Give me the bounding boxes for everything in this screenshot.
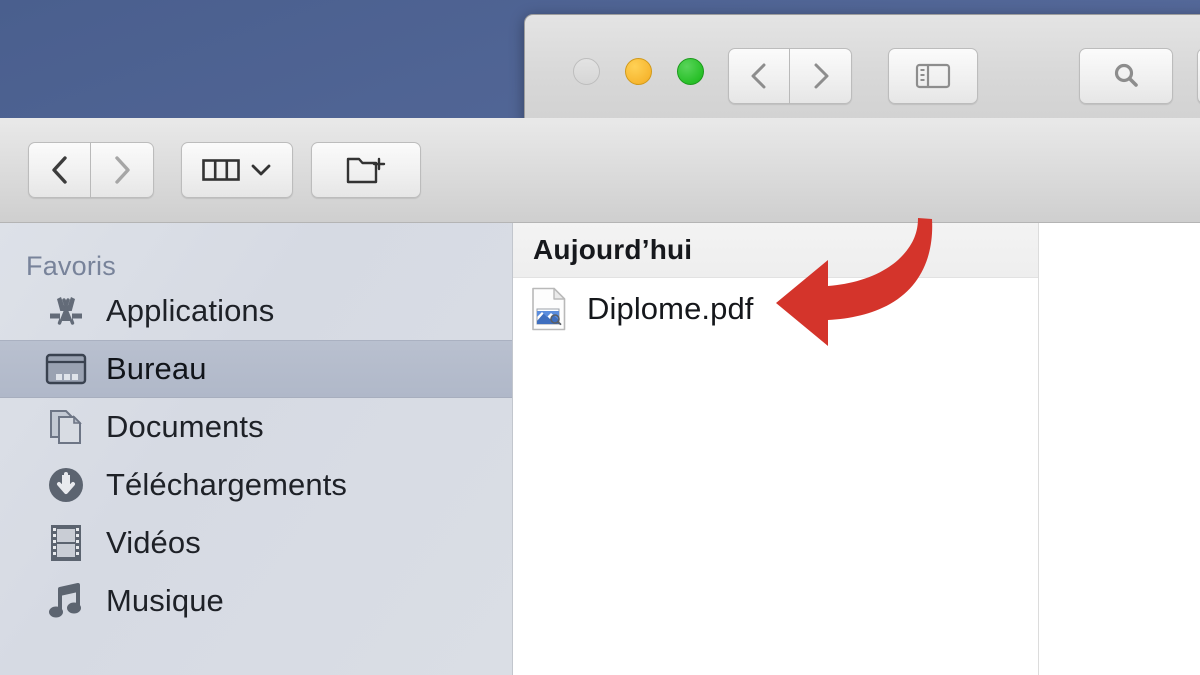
chevron-right-icon bbox=[814, 63, 828, 89]
sidebar-item-videos[interactable]: Vidéos bbox=[0, 514, 512, 572]
new-folder-icon bbox=[346, 157, 386, 184]
forward-button[interactable] bbox=[91, 142, 154, 198]
background-window-titlebar bbox=[525, 15, 1200, 121]
finder-window: Favoris Applications Bureau Documents Té… bbox=[0, 118, 1200, 675]
column-view-icon bbox=[202, 159, 240, 181]
file-group-header: Aujourd’hui bbox=[513, 223, 1038, 278]
sidebar-item-bureau[interactable]: Bureau bbox=[0, 340, 512, 398]
chevron-left-icon bbox=[751, 63, 766, 89]
downloads-icon bbox=[42, 465, 90, 505]
sidebar-item-telechargements[interactable]: Téléchargements bbox=[0, 456, 512, 514]
desktop-icon bbox=[42, 352, 90, 386]
sidebar-item-applications[interactable]: Applications bbox=[0, 282, 512, 340]
zoom-button[interactable] bbox=[677, 58, 704, 85]
background-sidebar-toggle-button[interactable] bbox=[888, 48, 978, 104]
sidebar-item-label: Téléchargements bbox=[106, 467, 348, 502]
background-traffic-lights bbox=[573, 58, 704, 85]
new-folder-button[interactable] bbox=[311, 142, 421, 198]
movies-icon bbox=[42, 523, 90, 563]
chevron-right-icon bbox=[115, 156, 130, 184]
file-group-header-label: Aujourd’hui bbox=[533, 234, 693, 265]
back-button[interactable] bbox=[28, 142, 91, 198]
background-search-button[interactable] bbox=[1079, 48, 1173, 104]
minimize-button[interactable] bbox=[625, 58, 652, 85]
sidebar-section-header: Favoris bbox=[26, 251, 116, 281]
finder-sidebar: Favoris Applications Bureau Documents Té… bbox=[0, 223, 513, 675]
sidebar-item-label: Applications bbox=[106, 293, 275, 328]
sidebar-item-label: Vidéos bbox=[106, 525, 201, 560]
desktop-screen: Favoris Applications Bureau Documents Té… bbox=[0, 0, 1200, 675]
finder-content: Favoris Applications Bureau Documents Té… bbox=[0, 223, 1200, 675]
search-icon bbox=[1114, 63, 1138, 87]
file-list-column: Aujourd’hui Diplome.pdf bbox=[513, 223, 1039, 675]
view-mode-button[interactable] bbox=[181, 142, 293, 198]
file-row[interactable]: Diplome.pdf bbox=[513, 278, 1038, 340]
sidebar-toggle-icon bbox=[915, 63, 951, 89]
background-finder-window[interactable] bbox=[524, 14, 1200, 123]
file-name-label: Diplome.pdf bbox=[587, 291, 754, 326]
music-icon bbox=[42, 581, 90, 621]
sidebar-item-label: Documents bbox=[106, 409, 264, 444]
preview-column bbox=[1039, 223, 1200, 675]
finder-toolbar bbox=[0, 118, 1200, 223]
sidebar-item-musique[interactable]: Musique bbox=[0, 572, 512, 630]
sidebar-item-label: Bureau bbox=[106, 351, 207, 386]
applications-icon bbox=[42, 293, 90, 329]
sidebar-item-label: Musique bbox=[106, 583, 224, 618]
documents-icon bbox=[42, 408, 90, 446]
background-forward-button[interactable] bbox=[790, 48, 852, 104]
sidebar-item-documents[interactable]: Documents bbox=[0, 398, 512, 456]
chevron-down-icon bbox=[251, 164, 271, 176]
pdf-document-icon bbox=[527, 287, 571, 331]
chevron-left-icon bbox=[51, 156, 67, 184]
background-back-button[interactable] bbox=[728, 48, 790, 104]
close-button[interactable] bbox=[573, 58, 600, 85]
